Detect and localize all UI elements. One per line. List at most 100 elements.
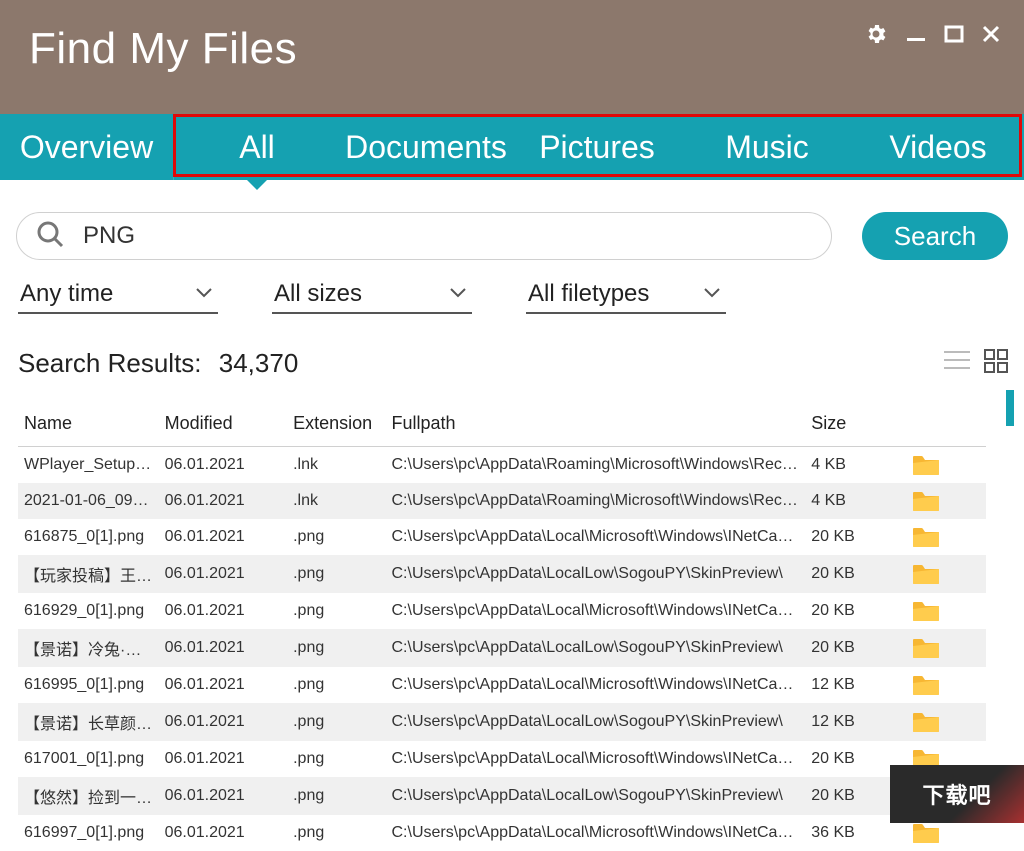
cell-size: 20 KB — [805, 519, 905, 555]
open-folder-button[interactable] — [906, 447, 986, 484]
cell-fullpath: C:\Users\pc\AppData\LocalLow\SogouPY\Ski… — [386, 703, 806, 741]
cell-extension: .png — [287, 703, 385, 741]
table-row[interactable]: 【悠然】捡到一个小…06.01.2021.pngC:\Users\pc\AppD… — [18, 777, 986, 815]
folder-icon — [912, 822, 980, 844]
cell-extension: .lnk — [287, 483, 385, 519]
cell-extension: .png — [287, 593, 385, 629]
col-size[interactable]: Size — [805, 403, 905, 447]
cell-size: 20 KB — [805, 629, 905, 667]
search-area: Search — [0, 180, 1024, 278]
cell-name: 616875_0[1].png — [18, 519, 159, 555]
tab-label: Documents — [345, 129, 507, 166]
table-row[interactable]: 616929_0[1].png06.01.2021.pngC:\Users\pc… — [18, 593, 986, 629]
search-button[interactable]: Search — [862, 212, 1008, 260]
tab-overview[interactable]: Overview — [0, 114, 174, 180]
chevron-down-icon — [196, 285, 212, 303]
cell-modified: 06.01.2021 — [159, 703, 288, 741]
table-row[interactable]: 【玩家投稿】王者荣…06.01.2021.pngC:\Users\pc\AppD… — [18, 555, 986, 593]
cell-modified: 06.01.2021 — [159, 667, 288, 703]
cell-name: 【景诺】长草颜团子·… — [18, 703, 159, 741]
cell-extension: .png — [287, 519, 385, 555]
cell-fullpath: C:\Users\pc\AppData\LocalLow\SogouPY\Ski… — [386, 777, 806, 815]
cell-name: 617001_0[1].png — [18, 741, 159, 777]
scrollbar-thumb[interactable] — [1006, 390, 1014, 426]
cell-size: 12 KB — [805, 703, 905, 741]
cell-extension: .png — [287, 741, 385, 777]
col-extension[interactable]: Extension — [287, 403, 385, 447]
list-view-icon[interactable] — [944, 349, 970, 378]
open-folder-button[interactable] — [906, 555, 986, 593]
col-fullpath[interactable]: Fullpath — [386, 403, 806, 447]
col-modified[interactable]: Modified — [159, 403, 288, 447]
cell-extension: .png — [287, 815, 385, 851]
active-tab-indicator — [245, 178, 269, 190]
cell-name: 【玩家投稿】王者荣… — [18, 555, 159, 593]
tab-videos[interactable]: Videos — [852, 114, 1024, 180]
tab-pictures[interactable]: Pictures — [512, 114, 682, 180]
col-name[interactable]: Name — [18, 403, 159, 447]
open-folder-button[interactable] — [906, 667, 986, 703]
filter-time[interactable]: Any time — [18, 278, 218, 314]
table-row[interactable]: 【景诺】冷兔·我又活…06.01.2021.pngC:\Users\pc\App… — [18, 629, 986, 667]
open-folder-button[interactable] — [906, 629, 986, 667]
chevron-down-icon — [704, 285, 720, 303]
folder-icon — [912, 563, 980, 585]
folder-icon — [912, 600, 980, 622]
cell-extension: .lnk — [287, 447, 385, 484]
table-row[interactable]: 617001_0[1].png06.01.2021.pngC:\Users\pc… — [18, 741, 986, 777]
grid-view-icon[interactable] — [984, 349, 1008, 378]
open-folder-button[interactable] — [906, 703, 986, 741]
filter-row: Any time All sizes All filetypes — [0, 278, 1024, 314]
table-row[interactable]: 616997_0[1].png06.01.2021.pngC:\Users\pc… — [18, 815, 986, 851]
cell-name: 616995_0[1].png — [18, 667, 159, 703]
search-icon — [35, 219, 65, 254]
tab-documents[interactable]: Documents — [340, 114, 512, 180]
table-row[interactable]: 616995_0[1].png06.01.2021.pngC:\Users\pc… — [18, 667, 986, 703]
cell-extension: .png — [287, 555, 385, 593]
open-folder-button[interactable] — [906, 483, 986, 519]
open-folder-button[interactable] — [906, 593, 986, 629]
view-toggle — [944, 349, 1008, 378]
category-tabs: Overview All Documents Pictures Music Vi… — [0, 114, 1024, 180]
cell-fullpath: C:\Users\pc\AppData\Local\Microsoft\Wind… — [386, 741, 806, 777]
search-box[interactable] — [16, 212, 832, 260]
open-folder-button[interactable] — [906, 519, 986, 555]
cell-fullpath: C:\Users\pc\AppData\LocalLow\SogouPY\Ski… — [386, 629, 806, 667]
table-row[interactable]: 【景诺】长草颜团子·…06.01.2021.pngC:\Users\pc\App… — [18, 703, 986, 741]
gear-icon[interactable] — [864, 22, 888, 51]
cell-name: 2021-01-06_095302… — [18, 483, 159, 519]
folder-icon — [912, 711, 980, 733]
cell-modified: 06.01.2021 — [159, 777, 288, 815]
titlebar: Find My Files — [0, 0, 1024, 114]
filter-size[interactable]: All sizes — [272, 278, 472, 314]
cell-name: WPlayer_Setup_v10… — [18, 447, 159, 484]
col-action — [906, 403, 986, 447]
table-row[interactable]: 616875_0[1].png06.01.2021.pngC:\Users\pc… — [18, 519, 986, 555]
table-row[interactable]: WPlayer_Setup_v10…06.01.2021.lnkC:\Users… — [18, 447, 986, 484]
cell-name: 【悠然】捡到一个小… — [18, 777, 159, 815]
filter-label: All sizes — [274, 280, 362, 308]
table-row[interactable]: 2021-01-06_095302…06.01.2021.lnkC:\Users… — [18, 483, 986, 519]
search-input[interactable] — [65, 222, 813, 250]
cell-fullpath: C:\Users\pc\AppData\Local\Microsoft\Wind… — [386, 593, 806, 629]
cell-extension: .png — [287, 667, 385, 703]
cell-modified: 06.01.2021 — [159, 483, 288, 519]
tab-all[interactable]: All — [174, 114, 340, 180]
tab-label: Pictures — [539, 129, 655, 166]
folder-icon — [912, 454, 980, 476]
cell-modified: 06.01.2021 — [159, 519, 288, 555]
folder-icon — [912, 526, 980, 548]
cell-modified: 06.01.2021 — [159, 555, 288, 593]
cell-modified: 06.01.2021 — [159, 629, 288, 667]
filter-filetype[interactable]: All filetypes — [526, 278, 726, 314]
folder-icon — [912, 674, 980, 696]
tab-label: All — [239, 129, 275, 166]
maximize-button[interactable] — [944, 24, 964, 49]
cell-size: 12 KB — [805, 667, 905, 703]
filter-label: Any time — [20, 280, 113, 308]
minimize-button[interactable] — [906, 24, 926, 49]
close-button[interactable] — [982, 25, 1000, 48]
results-label-wrap: Search Results: 34,370 — [18, 348, 298, 379]
table-header-row: Name Modified Extension Fullpath Size — [18, 403, 986, 447]
tab-music[interactable]: Music — [682, 114, 852, 180]
